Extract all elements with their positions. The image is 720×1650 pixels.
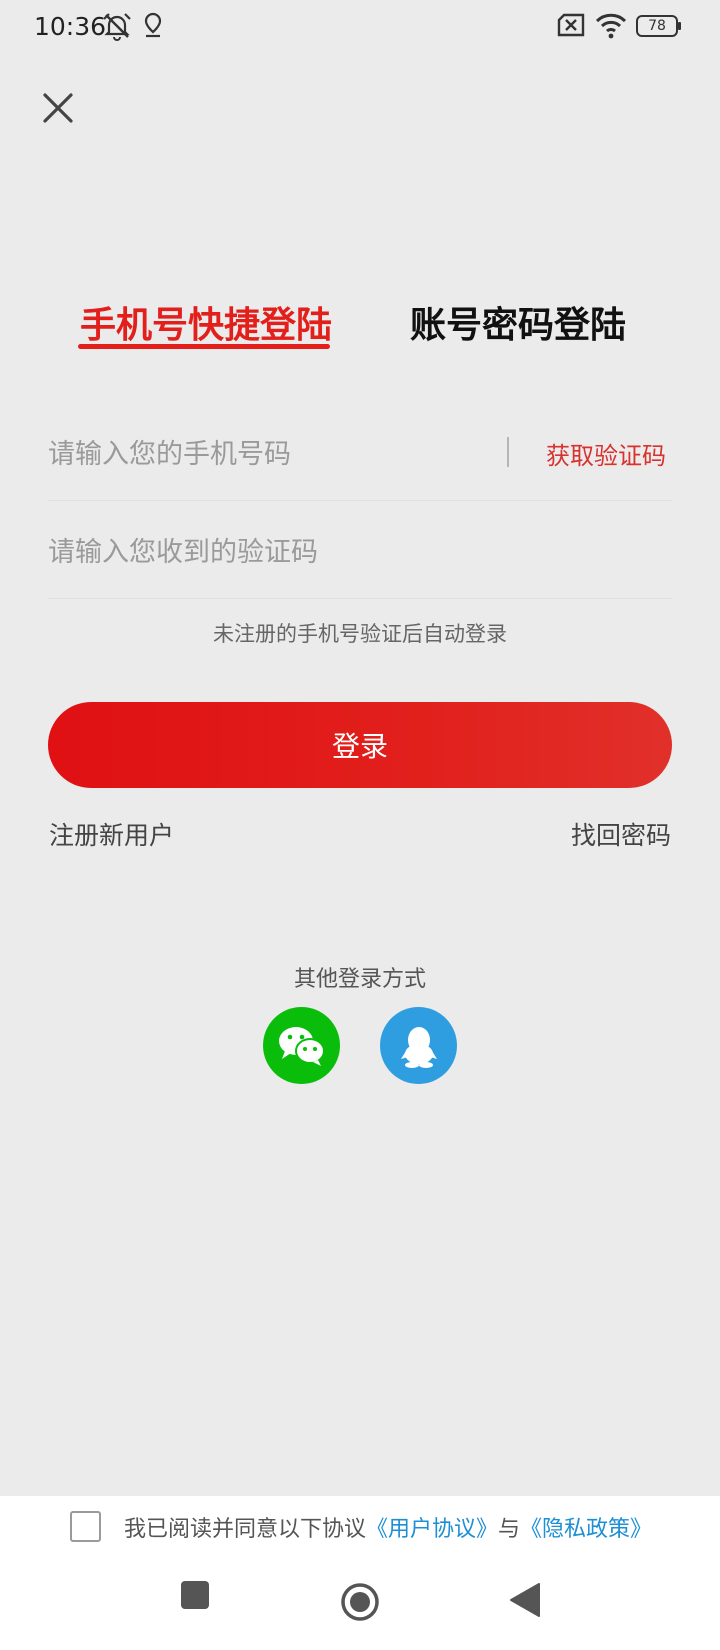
- sim-error-icon: [557, 13, 585, 37]
- battery-level: 78: [648, 18, 666, 34]
- location-icon: [144, 12, 162, 38]
- status-time: 10:36: [34, 12, 107, 41]
- home-icon[interactable]: [340, 1582, 380, 1622]
- agreement-text: 我已阅读并同意以下协议《用户协议》与《隐私政策》: [124, 1511, 652, 1543]
- login-button[interactable]: 登录: [48, 702, 672, 788]
- tab-phone-login[interactable]: 手机号快捷登陆: [80, 296, 332, 348]
- recents-icon[interactable]: [180, 1580, 210, 1610]
- tab-active-indicator: [78, 344, 330, 349]
- agreement-checkbox[interactable]: [70, 1511, 101, 1542]
- verification-code-input[interactable]: [48, 522, 668, 582]
- wechat-icon: [278, 1026, 325, 1066]
- divider: [48, 598, 672, 599]
- qq-login-button[interactable]: [380, 1007, 457, 1084]
- get-code-button[interactable]: 获取验证码: [546, 436, 666, 471]
- privacy-policy-link[interactable]: 《隐私政策》: [520, 1517, 652, 1542]
- forgot-password-link[interactable]: 找回密码: [571, 816, 671, 852]
- wifi-icon: [595, 13, 627, 39]
- agreement-prefix: 我已阅读并同意以下协议: [124, 1517, 367, 1542]
- tab-password-login[interactable]: 账号密码登陆: [410, 296, 626, 348]
- divider: [48, 500, 672, 501]
- close-icon[interactable]: [38, 88, 78, 128]
- user-agreement-link[interactable]: 《用户协议》: [366, 1517, 498, 1542]
- auto-login-hint: 未注册的手机号验证后自动登录: [213, 622, 507, 646]
- qq-icon: [400, 1026, 437, 1068]
- wechat-login-button[interactable]: [263, 1007, 340, 1084]
- back-icon[interactable]: [508, 1582, 542, 1618]
- input-separator: [507, 437, 509, 467]
- register-link[interactable]: 注册新用户: [49, 816, 174, 852]
- alarm-off-icon: [103, 13, 131, 41]
- agreement-joiner: 与: [498, 1517, 521, 1542]
- phone-input[interactable]: [48, 424, 488, 484]
- other-login-title: 其他登录方式: [293, 967, 426, 992]
- battery-icon: 78: [636, 15, 682, 39]
